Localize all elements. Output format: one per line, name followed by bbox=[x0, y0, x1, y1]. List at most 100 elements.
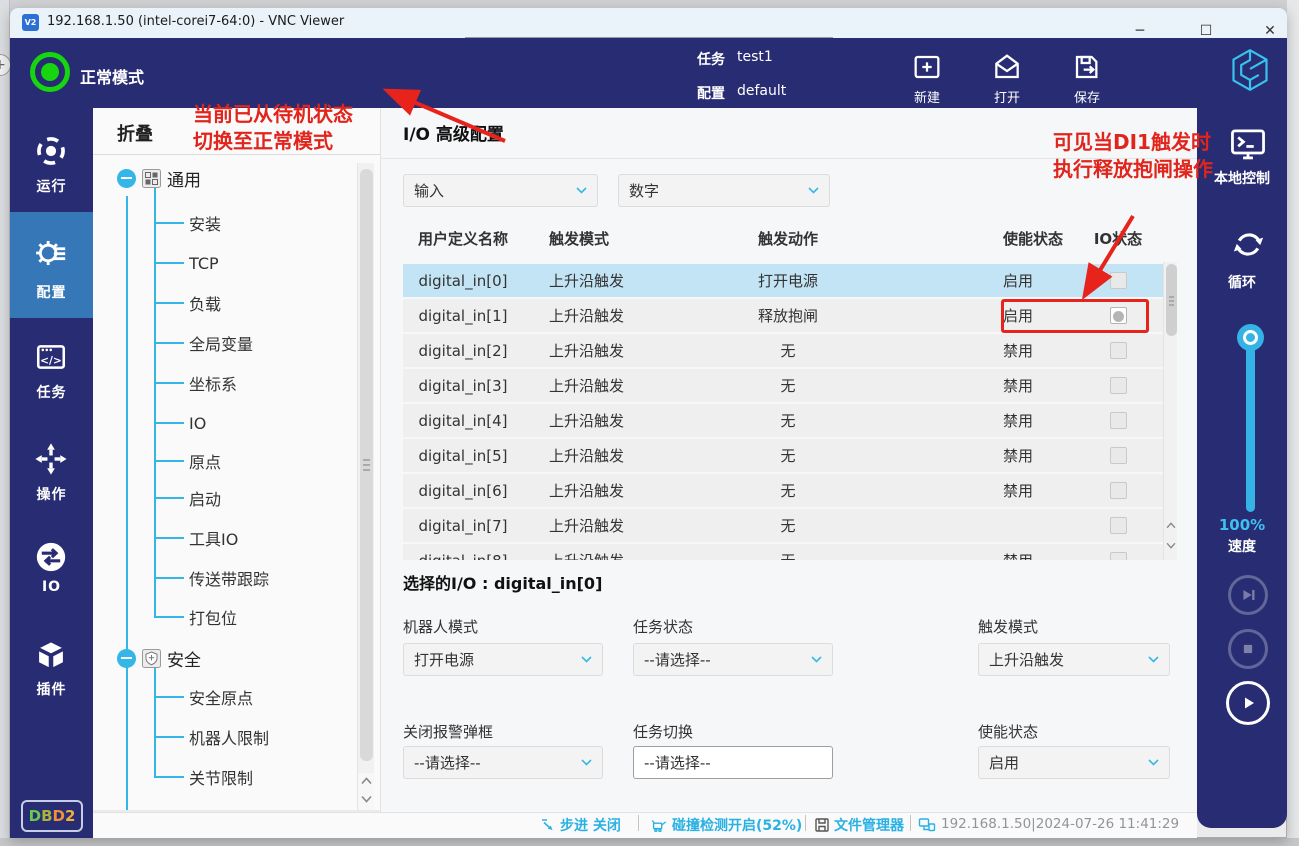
tree-item-robot-limits[interactable]: 机器人限制 bbox=[154, 727, 269, 747]
tree-item-coord[interactable]: 坐标系 bbox=[154, 373, 237, 393]
file-manager-icon bbox=[814, 817, 830, 833]
io-kind-select[interactable]: 数字 bbox=[618, 174, 830, 207]
config-label: 配置 bbox=[697, 83, 725, 103]
tree-scroll-buttons[interactable] bbox=[357, 773, 374, 810]
table-scrollbar-thumb[interactable] bbox=[1166, 264, 1177, 336]
annotation-mode-note: 当前已从待机状态 切换至正常模式 bbox=[193, 101, 353, 155]
io-state-checkbox[interactable] bbox=[1110, 447, 1127, 464]
tree-item-install[interactable]: 安装 bbox=[154, 213, 221, 233]
collision-icon bbox=[650, 817, 668, 833]
sidebar-item-config[interactable]: 配置 bbox=[10, 282, 93, 302]
shield-icon bbox=[142, 649, 161, 668]
annotation-io-note: 可见当DI1触发时 执行释放抱闸操作 bbox=[1053, 129, 1213, 183]
selected-io-label: 选择的I/O : digital_in[0] bbox=[403, 570, 602, 594]
table-row[interactable]: digital_in[2]上升沿触发无禁用 bbox=[403, 334, 1163, 367]
tree-item-joint-limits[interactable]: 关节限制 bbox=[154, 767, 253, 787]
status-indicator-green bbox=[30, 52, 70, 92]
new-button[interactable]: 新建 bbox=[897, 87, 957, 106]
collapse-minus-icon[interactable] bbox=[117, 169, 136, 188]
step-mode-status[interactable]: 步进 关闭 bbox=[560, 815, 621, 835]
loop-button[interactable]: 循环 bbox=[1197, 272, 1287, 292]
tree-item-conveyor[interactable]: 传送带跟踪 bbox=[154, 568, 269, 588]
io-state-checkbox[interactable] bbox=[1110, 342, 1127, 359]
chevron-down-icon bbox=[581, 656, 592, 663]
speed-value: 100% bbox=[1197, 516, 1287, 534]
tree-item-tool-io[interactable]: 工具IO bbox=[154, 528, 238, 548]
chevron-down-icon bbox=[581, 759, 592, 766]
tree-item-tcp[interactable]: TCP bbox=[154, 253, 219, 273]
open-icon[interactable] bbox=[991, 51, 1023, 83]
task-switch-select[interactable]: --请选择-- bbox=[633, 746, 833, 779]
chevron-down-icon bbox=[1148, 759, 1159, 766]
open-button[interactable]: 打开 bbox=[977, 87, 1037, 106]
speed-slider-handle[interactable] bbox=[1237, 324, 1264, 351]
window-titlebar: V2 192.168.1.50 (intel-corei7-64:0) - VN… bbox=[10, 8, 1287, 38]
table-row-partial[interactable]: digital_in[8]上升沿触发无禁用 bbox=[403, 544, 1163, 560]
close-alarm-select[interactable]: --请选择-- bbox=[403, 746, 603, 779]
io-type-select[interactable]: 输入 bbox=[403, 174, 598, 207]
io-state-checkbox[interactable] bbox=[1110, 482, 1127, 499]
table-scrollbar[interactable] bbox=[1163, 262, 1177, 560]
desktop-edge-left bbox=[0, 0, 10, 846]
annotation-highlight-box bbox=[1001, 299, 1149, 333]
sidebar-item-run[interactable]: 运行 bbox=[10, 176, 93, 196]
tree-collapse-button[interactable]: 折叠 bbox=[117, 120, 153, 146]
collision-detection-status[interactable]: 碰撞检测开启(52%) bbox=[672, 815, 802, 835]
tree-scrollbar[interactable] bbox=[357, 163, 374, 773]
save-button[interactable]: 保存 bbox=[1057, 87, 1117, 106]
sidebar-item-operate[interactable]: 操作 bbox=[10, 484, 93, 504]
sidebar-item-plugin[interactable]: 插件 bbox=[10, 679, 93, 699]
tree-scrollbar-thumb[interactable] bbox=[360, 169, 373, 761]
table-row[interactable]: digital_in[6]上升沿触发无禁用 bbox=[403, 474, 1163, 507]
io-state-checkbox[interactable] bbox=[1110, 517, 1127, 534]
tree-connector bbox=[154, 666, 156, 778]
io-state-checkbox[interactable] bbox=[1110, 272, 1127, 289]
tree-item-safety-origin[interactable]: 安全原点 bbox=[154, 687, 253, 707]
chevron-down-icon[interactable] bbox=[1166, 542, 1176, 549]
stop-button[interactable] bbox=[1228, 629, 1268, 669]
gear-icon bbox=[34, 236, 68, 274]
sidebar-item-task[interactable]: 任务 bbox=[10, 382, 93, 402]
play-icon bbox=[1236, 691, 1260, 715]
table-row[interactable]: digital_in[3]上升沿触发无禁用 bbox=[403, 369, 1163, 402]
tree-item-io[interactable]: IO bbox=[154, 413, 206, 433]
connection-info: 192.168.1.50|2024-07-26 11:41:29 bbox=[941, 816, 1179, 832]
file-manager-button[interactable]: 文件管理器 bbox=[834, 815, 904, 835]
table-row[interactable]: digital_in[4]上升沿触发无禁用 bbox=[403, 404, 1163, 437]
io-state-checkbox[interactable] bbox=[1110, 552, 1127, 560]
enable-state-label: 使能状态 bbox=[978, 721, 1038, 742]
grid-icon bbox=[142, 169, 161, 188]
task-status-select[interactable]: --请选择-- bbox=[633, 643, 833, 676]
collapse-minus-icon[interactable] bbox=[117, 649, 136, 668]
tree-item-global-vars[interactable]: 全局变量 bbox=[154, 333, 253, 353]
new-icon[interactable] bbox=[911, 51, 943, 83]
skip-icon bbox=[1237, 584, 1259, 606]
play-button[interactable] bbox=[1226, 681, 1270, 725]
tree-item-pack-pos[interactable]: 打包位 bbox=[154, 607, 237, 627]
table-row[interactable]: digital_in[5]上升沿触发无禁用 bbox=[403, 439, 1163, 472]
trigger-mode-select[interactable]: 上升沿触发 bbox=[978, 643, 1170, 676]
tree-node-safety[interactable]: 安全 bbox=[117, 648, 201, 668]
step-forward-button[interactable] bbox=[1228, 575, 1268, 615]
robot-mode-select[interactable]: 打开电源 bbox=[403, 643, 603, 676]
chevron-up-icon[interactable] bbox=[1166, 522, 1176, 529]
speed-slider-track[interactable] bbox=[1246, 340, 1255, 512]
stop-icon bbox=[1237, 638, 1259, 660]
io-state-checkbox[interactable] bbox=[1110, 412, 1127, 429]
table-row[interactable]: digital_in[7]上升沿触发无 bbox=[403, 509, 1163, 542]
tree-node-general[interactable]: 通用 bbox=[117, 168, 201, 188]
io-state-checkbox[interactable] bbox=[1110, 377, 1127, 394]
io-circle-icon bbox=[34, 540, 68, 578]
divider bbox=[638, 815, 639, 831]
step-mode-icon bbox=[540, 817, 556, 832]
tree-item-origin[interactable]: 原点 bbox=[154, 451, 221, 471]
sidebar-item-io[interactable]: IO bbox=[10, 579, 93, 595]
chevron-down-icon[interactable] bbox=[361, 795, 372, 803]
table-row[interactable]: digital_in[0]上升沿触发打开电源启用 bbox=[403, 264, 1163, 297]
chevron-up-icon[interactable] bbox=[361, 777, 372, 785]
save-icon[interactable] bbox=[1071, 51, 1103, 83]
tree-item-payload[interactable]: 负载 bbox=[154, 293, 221, 313]
close-alarm-label: 关闭报警弹框 bbox=[403, 721, 493, 742]
enable-state-select[interactable]: 启用 bbox=[978, 746, 1170, 779]
tree-item-startup[interactable]: 启动 bbox=[154, 488, 221, 508]
